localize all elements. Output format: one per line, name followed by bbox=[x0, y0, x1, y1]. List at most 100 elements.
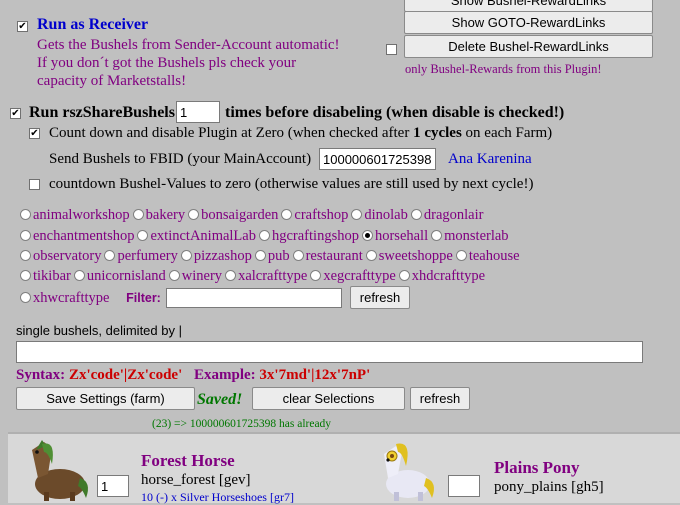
radio-icon[interactable] bbox=[20, 209, 31, 220]
craft-option-label: bakery bbox=[145, 207, 186, 223]
filter-refresh-button[interactable]: refresh bbox=[350, 286, 410, 309]
only-plugin-note: only Bushel-Rewards from this Plugin! bbox=[405, 62, 602, 76]
status-message: (23) => 100000601725398 has already bbox=[152, 418, 332, 430]
plains-pony-code: pony_plains [gh5] bbox=[494, 479, 604, 495]
craft-option-bonsaigarden[interactable]: bonsaigarden bbox=[188, 207, 278, 223]
delete-rewardlinks-checkbox[interactable] bbox=[386, 44, 397, 55]
radio-icon[interactable] bbox=[431, 230, 443, 241]
radio-icon[interactable] bbox=[20, 250, 31, 261]
craft-option-restaurant[interactable]: restaurant bbox=[292, 248, 363, 264]
times-label: times before disabeling (when disable is… bbox=[225, 104, 565, 121]
filter-input[interactable] bbox=[166, 288, 342, 308]
craft-option-dinolab[interactable]: dinolab bbox=[351, 207, 408, 223]
save-settings-button[interactable]: Save Settings (farm) bbox=[16, 387, 195, 410]
delete-bushel-rewardlinks-button[interactable]: Delete Bushel-RewardLinks bbox=[404, 35, 653, 58]
forest-horse-name: Forest Horse bbox=[141, 451, 235, 470]
radio-icon[interactable] bbox=[137, 230, 149, 241]
radio-icon[interactable] bbox=[168, 270, 180, 281]
craft-option-monsterlab[interactable]: monsterlab bbox=[431, 228, 509, 244]
craft-option-unicornisland[interactable]: unicornisland bbox=[73, 268, 166, 284]
radio-icon[interactable] bbox=[351, 209, 363, 220]
show-goto-rewardlinks-button[interactable]: Show GOTO-RewardLinks bbox=[404, 11, 653, 34]
radio-icon[interactable] bbox=[398, 270, 410, 281]
radio-icon[interactable] bbox=[292, 250, 304, 261]
craft-row: animalworkshop bakery bonsaigarden craftsho… bbox=[20, 207, 486, 224]
receiver-desc-2: If you don´t got the Bushels pls check y… bbox=[37, 55, 297, 71]
plains-pony-qty-input[interactable] bbox=[448, 475, 480, 497]
craft-option-pizzashop[interactable]: pizzashop bbox=[180, 248, 252, 264]
radio-icon[interactable] bbox=[365, 250, 377, 261]
craft-option-label: teahouse bbox=[468, 248, 520, 264]
forest-horse-reward: 10 (-) x Silver Horseshoes [gr7] bbox=[141, 490, 294, 504]
craft-option-extinctanimallab[interactable]: extinctAnimalLab bbox=[137, 228, 256, 244]
craft-option-hgcraftingshop[interactable]: hgcraftingshop bbox=[258, 228, 359, 244]
clear-selections-button[interactable]: clear Selections bbox=[252, 387, 405, 410]
forest-horse-qty-input[interactable] bbox=[97, 475, 129, 497]
craft-option-label: winery bbox=[181, 268, 223, 284]
plains-pony-name: Plains Pony bbox=[494, 458, 580, 477]
filter-label: Filter: bbox=[126, 291, 161, 305]
radio-icon[interactable] bbox=[258, 230, 270, 241]
craft-option-xegcrafttype[interactable]: xegcrafttype bbox=[310, 268, 396, 284]
fbid-input[interactable] bbox=[319, 148, 436, 170]
times-input[interactable] bbox=[176, 101, 220, 123]
radio-icon[interactable] bbox=[20, 270, 31, 281]
radio-icon[interactable] bbox=[455, 250, 467, 261]
radio-icon[interactable] bbox=[20, 230, 31, 241]
fbid-name-link[interactable]: Ana Karenina bbox=[448, 151, 532, 168]
craft-option-pub[interactable]: pub bbox=[254, 248, 290, 264]
craft-option-observatory[interactable]: observatory bbox=[20, 248, 101, 264]
radio-icon[interactable] bbox=[281, 209, 293, 220]
craft-option-dragonlair[interactable]: dragonlair bbox=[410, 207, 483, 223]
radio-icon[interactable] bbox=[225, 270, 237, 281]
craft-option-label: xegcrafttype bbox=[323, 268, 396, 284]
craft-option-bakery[interactable]: bakery bbox=[132, 207, 186, 223]
craft-option-animalworkshop[interactable]: animalworkshop bbox=[20, 207, 130, 223]
syntax-label: Syntax: bbox=[16, 367, 66, 383]
craft-option-xhwcrafttype[interactable]: xhwcrafttype bbox=[20, 290, 110, 306]
radio-icon[interactable] bbox=[361, 230, 373, 241]
radio-icon[interactable] bbox=[180, 250, 192, 261]
radio-icon[interactable] bbox=[104, 250, 116, 261]
radio-icon[interactable] bbox=[310, 270, 322, 281]
craft-option-label: dinolab bbox=[364, 207, 408, 223]
radio-icon[interactable] bbox=[188, 209, 200, 220]
craft-option-label: pub bbox=[267, 248, 290, 264]
craft-option-craftshop[interactable]: craftshop bbox=[281, 207, 348, 223]
craft-option-horsehall[interactable]: horsehall bbox=[361, 228, 428, 244]
saved-indicator: Saved! bbox=[197, 391, 243, 408]
craft-option-label: pizzashop bbox=[193, 248, 252, 264]
craft-option-perfumery[interactable]: perfumery bbox=[104, 248, 178, 264]
craft-option-sweetshoppe[interactable]: sweetshoppe bbox=[365, 248, 453, 264]
craft-option-teahouse[interactable]: teahouse bbox=[455, 248, 520, 264]
craft-option-xhdcrafttype[interactable]: xhdcrafttype bbox=[398, 268, 485, 284]
run-sharebushels-label: Run rszShareBushels bbox=[29, 104, 175, 121]
craft-option-enchantmentshop[interactable]: enchantmentshop bbox=[20, 228, 134, 244]
craft-option-label: animalworkshop bbox=[33, 207, 130, 223]
radio-icon[interactable] bbox=[132, 209, 144, 220]
run-as-receiver-checkbox[interactable]: ✔ bbox=[17, 21, 28, 32]
receiver-desc-1: Gets the Bushels from Sender-Account aut… bbox=[37, 37, 340, 53]
radio-icon[interactable] bbox=[20, 292, 31, 303]
craft-option-label: extinctAnimalLab bbox=[150, 228, 256, 244]
send-bushels-label: Send Bushels to FBID (your MainAccount) bbox=[49, 151, 312, 167]
receiver-desc-3: capacity of Marketstalls! bbox=[37, 73, 187, 89]
countdown-disable-checkbox[interactable]: ✔ bbox=[29, 128, 40, 139]
forest-horse-code: horse_forest [gev] bbox=[141, 472, 251, 488]
radio-icon[interactable] bbox=[73, 270, 85, 281]
single-bushels-input[interactable] bbox=[16, 341, 643, 363]
craft-option-xalcrafttype[interactable]: xalcrafttype bbox=[225, 268, 307, 284]
countdown-values-checkbox[interactable] bbox=[29, 179, 40, 190]
craft-option-tikibar[interactable]: tikibar bbox=[20, 268, 71, 284]
actions-refresh-button[interactable]: refresh bbox=[410, 387, 470, 410]
craft-option-label: observatory bbox=[33, 248, 102, 264]
craft-option-label: monsterlab bbox=[444, 228, 509, 244]
radio-icon[interactable] bbox=[410, 209, 422, 220]
craft-option-label: bonsaigarden bbox=[201, 207, 279, 223]
craft-option-label: xhwcrafttype bbox=[33, 290, 110, 306]
countdown-pre-text: Count down and disable Plugin at Zero (w… bbox=[49, 125, 410, 141]
craft-option-winery[interactable]: winery bbox=[168, 268, 223, 284]
radio-icon[interactable] bbox=[254, 250, 266, 261]
run-sharebushels-checkbox[interactable]: ✔ bbox=[10, 108, 21, 119]
countdown-values-label: countdown Bushel-Values to zero (otherwi… bbox=[49, 176, 534, 192]
